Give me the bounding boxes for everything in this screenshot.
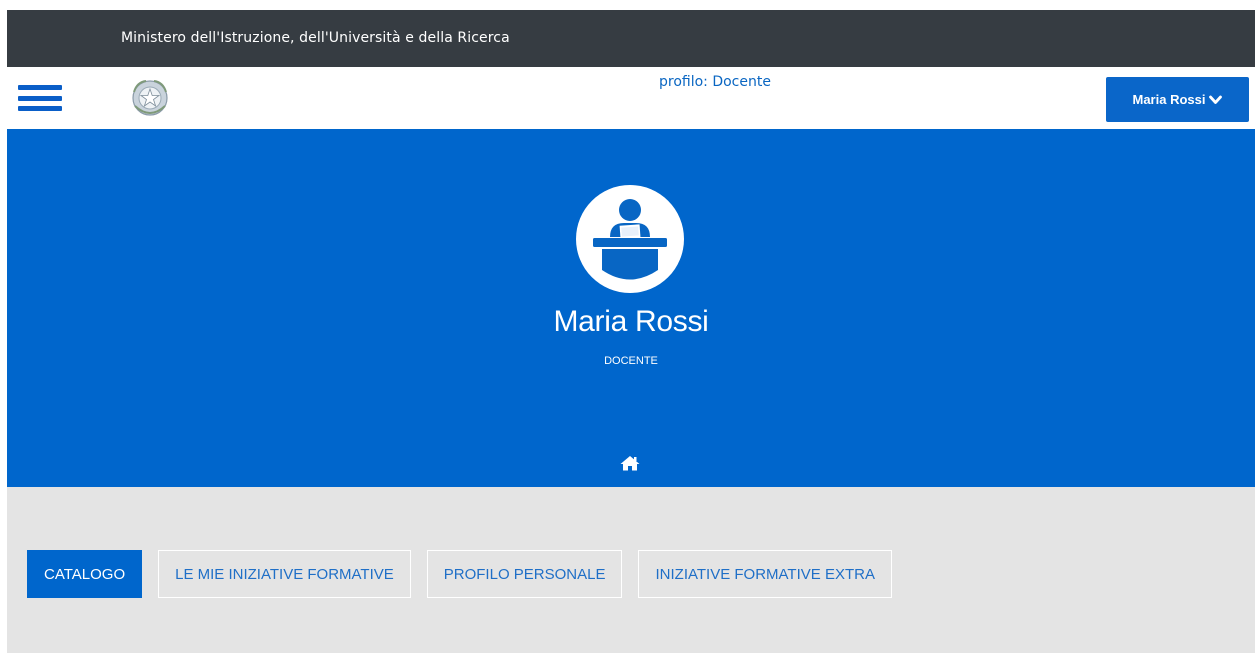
- tab-le-mie-iniziative-formative[interactable]: LE MIE INIZIATIVE FORMATIVE: [158, 550, 411, 598]
- user-role: DOCENTE: [604, 355, 658, 367]
- user-name: Maria Rossi: [553, 305, 709, 338]
- teacher-avatar-icon: [576, 185, 684, 293]
- user-menu-label: Maria Rossi: [1132, 92, 1206, 107]
- profile-label: profilo: Docente: [659, 74, 771, 90]
- tab-iniziative-formative-extra[interactable]: INIZIATIVE FORMATIVE EXTRA: [638, 550, 892, 598]
- page: Ministero dell'Istruzione, dell'Universi…: [0, 0, 1255, 653]
- ministry-name[interactable]: Ministero dell'Istruzione, dell'Universi…: [121, 30, 510, 46]
- chevron-down-icon: [1209, 95, 1223, 104]
- tab-profilo-personale[interactable]: PROFILO PERSONALE: [426, 550, 623, 598]
- header: profilo: Docente Maria Rossi: [7, 67, 1255, 129]
- user-menu-button[interactable]: Maria Rossi: [1106, 77, 1249, 122]
- tab-bar: CATALOGO LE MIE INIZIATIVE FORMATIVE PRO…: [27, 550, 908, 598]
- emblem-icon[interactable]: [129, 76, 171, 120]
- hamburger-icon[interactable]: [18, 85, 62, 111]
- home-icon[interactable]: [620, 455, 640, 471]
- tab-catalogo[interactable]: CATALOGO: [27, 550, 143, 598]
- profile-hero: Maria Rossi DOCENTE: [7, 129, 1255, 487]
- ministry-bar: Ministero dell'Istruzione, dell'Universi…: [7, 10, 1255, 67]
- tabs-section: CATALOGO LE MIE INIZIATIVE FORMATIVE PRO…: [7, 487, 1255, 653]
